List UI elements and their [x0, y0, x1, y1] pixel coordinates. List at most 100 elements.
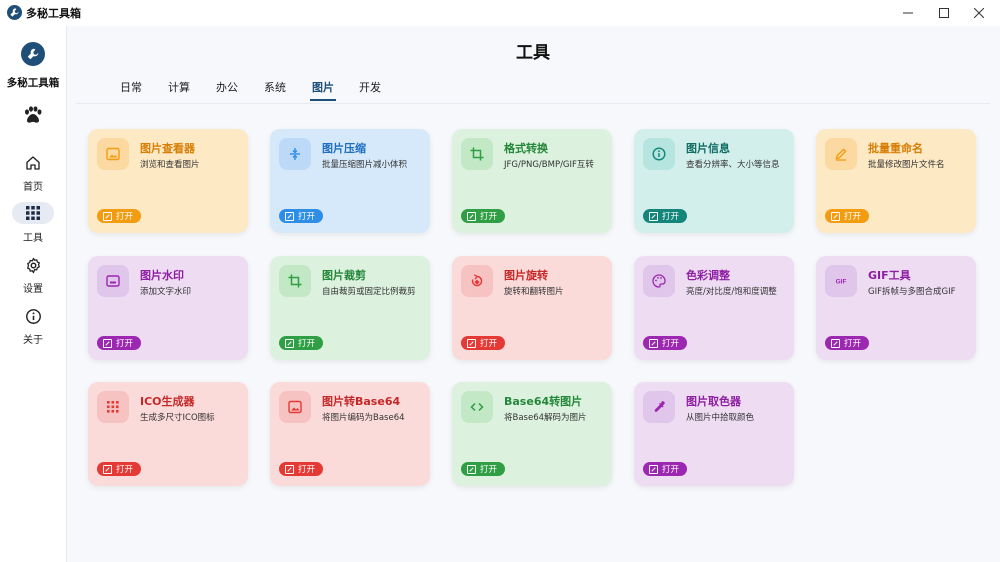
code-icon	[461, 391, 493, 423]
tool-card-title: 图片取色器	[686, 395, 741, 408]
open-button[interactable]: 打开	[461, 462, 506, 476]
open-button[interactable]: 打开	[643, 209, 688, 223]
edit-icon	[825, 138, 857, 170]
tool-card[interactable]: GIF GIF工具 GIF拆帧与多图合成GIF 打开	[816, 256, 976, 360]
sidebar: 多秘工具箱 首页 工具 设置 关于	[0, 26, 67, 562]
tool-card-desc: 批量压缩图片减小体积	[322, 160, 408, 170]
open-button-label: 打开	[298, 339, 316, 349]
open-icon	[649, 211, 658, 221]
tool-card[interactable]: 图片转Base64 将图片编码为Base64 打开	[270, 382, 430, 486]
tab-office[interactable]: 办公	[216, 79, 238, 95]
tab-daily[interactable]: 日常	[120, 79, 142, 95]
sidebar-item-label: 首页	[23, 182, 43, 193]
paw-icon[interactable]	[23, 106, 43, 128]
tool-card-desc: 浏览和查看图片	[140, 160, 200, 170]
open-button-label: 打开	[662, 465, 680, 475]
open-button-label: 打开	[662, 339, 680, 349]
tool-card-desc: 旋转和翻转图片	[504, 287, 564, 297]
tab-dev[interactable]: 开发	[359, 79, 381, 95]
open-button-label: 打开	[298, 465, 316, 475]
tool-card-title: 格式转换	[504, 142, 548, 155]
open-button[interactable]: 打开	[97, 462, 142, 476]
open-button-label: 打开	[116, 339, 134, 349]
tool-card[interactable]: ICO生成器 生成多尺寸ICO图标 打开	[88, 382, 248, 486]
close-button[interactable]	[969, 3, 989, 23]
open-button-label: 打开	[116, 465, 134, 475]
tool-card-title: 图片查看器	[140, 142, 195, 155]
tool-card-desc: 自由裁剪或固定比例裁剪	[322, 287, 416, 297]
open-icon	[103, 211, 112, 221]
tool-card[interactable]: 图片取色器 从图片中拾取颜色 打开	[634, 382, 794, 486]
open-icon	[831, 211, 840, 221]
tool-card-title: 批量重命名	[868, 142, 923, 155]
tab-system[interactable]: 系统	[264, 79, 286, 95]
gif-icon: GIF	[825, 265, 857, 297]
sidebar-item-label: 设置	[23, 284, 43, 295]
open-icon	[649, 338, 658, 348]
tool-card-title: 图片转Base64	[322, 395, 401, 408]
open-button[interactable]: 打开	[279, 209, 324, 223]
open-button[interactable]: 打开	[97, 336, 142, 350]
tool-card[interactable]: 图片压缩 批量压缩图片减小体积 打开	[270, 129, 430, 233]
title-bar: 多秘工具箱	[0, 0, 1000, 26]
open-button[interactable]: 打开	[97, 209, 142, 223]
brand-name: 多秘工具箱	[6, 77, 60, 89]
crop-icon	[461, 138, 493, 170]
sidebar-item-about[interactable]: 关于	[12, 303, 54, 349]
tool-card-title: 图片信息	[686, 142, 730, 155]
open-icon	[467, 211, 476, 221]
open-button[interactable]: 打开	[461, 336, 506, 350]
wrench-logo-icon	[21, 42, 45, 66]
tool-card[interactable]: 图片信息 查看分辨率、大小等信息 打开	[634, 129, 794, 233]
tool-card[interactable]: 图片裁剪 自由裁剪或固定比例裁剪 打开	[270, 256, 430, 360]
open-button-label: 打开	[662, 212, 680, 222]
tool-card[interactable]: 格式转换 JFG/PNG/BMP/GIF互转 打开	[452, 129, 612, 233]
svg-text:GIF: GIF	[836, 279, 847, 286]
eyedropper-icon	[643, 391, 675, 423]
palette-icon	[643, 265, 675, 297]
tool-card[interactable]: 批量重命名 批量修改图片文件名 打开	[816, 129, 976, 233]
tab-images[interactable]: 图片	[312, 79, 334, 95]
open-button[interactable]: 打开	[825, 336, 870, 350]
tab-calc[interactable]: 计算	[168, 79, 190, 95]
open-button-label: 打开	[480, 339, 498, 349]
tool-card[interactable]: 图片查看器 浏览和查看图片 打开	[88, 129, 248, 233]
open-icon	[831, 338, 840, 348]
gear-icon	[24, 256, 42, 274]
tool-card[interactable]: 色彩调整 亮度/对比度/饱和度调整 打开	[634, 256, 794, 360]
watermark-icon	[97, 265, 129, 297]
sidebar-item-home[interactable]: 首页	[12, 150, 54, 196]
tool-card-title: GIF工具	[868, 269, 911, 282]
tool-card-desc: 查看分辨率、大小等信息	[686, 160, 780, 170]
tool-card-desc: JFG/PNG/BMP/GIF互转	[504, 160, 594, 170]
open-icon	[467, 464, 476, 474]
open-button[interactable]: 打开	[825, 209, 870, 223]
minimize-button[interactable]	[898, 3, 918, 23]
open-icon	[103, 464, 112, 474]
tool-card-title: ICO生成器	[140, 395, 195, 408]
tool-card[interactable]: 图片水印 添加文字水印 打开	[88, 256, 248, 360]
compress-icon	[279, 138, 311, 170]
sidebar-item-label: 关于	[23, 335, 43, 346]
tool-card[interactable]: Base64转图片 将Base64解码为图片 打开	[452, 382, 612, 486]
home-icon	[24, 154, 42, 172]
open-button-label: 打开	[116, 212, 134, 222]
open-button[interactable]: 打开	[643, 336, 688, 350]
open-button-label: 打开	[480, 212, 498, 222]
open-button[interactable]: 打开	[279, 336, 324, 350]
info-icon	[24, 307, 42, 325]
open-button[interactable]: 打开	[461, 209, 506, 223]
tool-card-desc: GIF拆帧与多图合成GIF	[868, 287, 956, 297]
rotate-icon	[461, 265, 493, 297]
tool-card[interactable]: 图片旋转 旋转和翻转图片 打开	[452, 256, 612, 360]
sidebar-item-tools[interactable]: 工具	[12, 201, 54, 247]
sidebar-item-settings[interactable]: 设置	[12, 252, 54, 298]
open-button[interactable]: 打开	[279, 462, 324, 476]
dots-icon	[97, 391, 129, 423]
active-tab-indicator	[310, 99, 336, 101]
open-button[interactable]: 打开	[643, 462, 688, 476]
open-icon	[467, 338, 476, 348]
tool-card-title: 图片水印	[140, 269, 184, 282]
maximize-button[interactable]	[934, 3, 954, 23]
tool-card-desc: 生成多尺寸ICO图标	[140, 413, 215, 423]
